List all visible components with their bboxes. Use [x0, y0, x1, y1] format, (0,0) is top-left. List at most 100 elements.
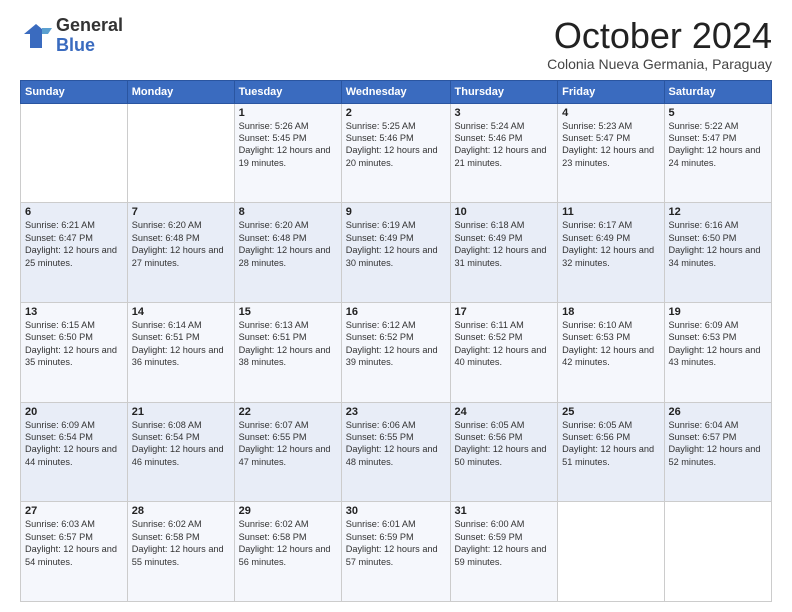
day-info: Sunrise: 6:03 AM Sunset: 6:57 PM Dayligh… [25, 518, 123, 568]
calendar-cell: 5Sunrise: 5:22 AM Sunset: 5:47 PM Daylig… [664, 103, 772, 203]
col-monday: Monday [127, 80, 234, 103]
day-number: 11 [562, 206, 659, 218]
col-sunday: Sunday [21, 80, 128, 103]
calendar-cell: 28Sunrise: 6:02 AM Sunset: 6:58 PM Dayli… [127, 502, 234, 602]
day-number: 21 [132, 406, 230, 418]
day-info: Sunrise: 6:00 AM Sunset: 6:59 PM Dayligh… [455, 518, 554, 568]
calendar-cell: 11Sunrise: 6:17 AM Sunset: 6:49 PM Dayli… [558, 203, 664, 303]
title-block: October 2024 Colonia Nueva Germania, Par… [547, 16, 772, 72]
day-info: Sunrise: 5:25 AM Sunset: 5:46 PM Dayligh… [346, 120, 446, 170]
calendar-cell: 4Sunrise: 5:23 AM Sunset: 5:47 PM Daylig… [558, 103, 664, 203]
calendar-cell: 2Sunrise: 5:25 AM Sunset: 5:46 PM Daylig… [341, 103, 450, 203]
day-number: 31 [455, 505, 554, 517]
day-number: 28 [132, 505, 230, 517]
day-number: 22 [239, 406, 337, 418]
day-number: 10 [455, 206, 554, 218]
day-number: 4 [562, 107, 659, 119]
calendar-cell: 29Sunrise: 6:02 AM Sunset: 6:58 PM Dayli… [234, 502, 341, 602]
day-info: Sunrise: 6:15 AM Sunset: 6:50 PM Dayligh… [25, 319, 123, 369]
calendar-cell: 8Sunrise: 6:20 AM Sunset: 6:48 PM Daylig… [234, 203, 341, 303]
day-number: 13 [25, 306, 123, 318]
calendar-cell: 27Sunrise: 6:03 AM Sunset: 6:57 PM Dayli… [21, 502, 128, 602]
day-number: 20 [25, 406, 123, 418]
day-info: Sunrise: 5:24 AM Sunset: 5:46 PM Dayligh… [455, 120, 554, 170]
calendar-cell: 22Sunrise: 6:07 AM Sunset: 6:55 PM Dayli… [234, 402, 341, 502]
calendar-table: Sunday Monday Tuesday Wednesday Thursday… [20, 80, 772, 602]
day-number: 5 [669, 107, 768, 119]
location-subtitle: Colonia Nueva Germania, Paraguay [547, 56, 772, 72]
calendar-week-2: 13Sunrise: 6:15 AM Sunset: 6:50 PM Dayli… [21, 302, 772, 402]
col-tuesday: Tuesday [234, 80, 341, 103]
calendar-cell: 7Sunrise: 6:20 AM Sunset: 6:48 PM Daylig… [127, 203, 234, 303]
calendar-cell [664, 502, 772, 602]
day-number: 12 [669, 206, 768, 218]
calendar-body: 1Sunrise: 5:26 AM Sunset: 5:45 PM Daylig… [21, 103, 772, 601]
calendar-cell: 16Sunrise: 6:12 AM Sunset: 6:52 PM Dayli… [341, 302, 450, 402]
calendar-cell [558, 502, 664, 602]
day-info: Sunrise: 6:18 AM Sunset: 6:49 PM Dayligh… [455, 219, 554, 269]
logo-text: General Blue [56, 16, 123, 56]
calendar-cell: 15Sunrise: 6:13 AM Sunset: 6:51 PM Dayli… [234, 302, 341, 402]
day-info: Sunrise: 6:14 AM Sunset: 6:51 PM Dayligh… [132, 319, 230, 369]
day-number: 25 [562, 406, 659, 418]
day-info: Sunrise: 5:26 AM Sunset: 5:45 PM Dayligh… [239, 120, 337, 170]
day-info: Sunrise: 6:17 AM Sunset: 6:49 PM Dayligh… [562, 219, 659, 269]
day-info: Sunrise: 6:05 AM Sunset: 6:56 PM Dayligh… [562, 419, 659, 469]
calendar-cell: 19Sunrise: 6:09 AM Sunset: 6:53 PM Dayli… [664, 302, 772, 402]
day-number: 29 [239, 505, 337, 517]
day-info: Sunrise: 6:12 AM Sunset: 6:52 PM Dayligh… [346, 319, 446, 369]
page: General Blue October 2024 Colonia Nueva … [0, 0, 792, 612]
day-info: Sunrise: 5:23 AM Sunset: 5:47 PM Dayligh… [562, 120, 659, 170]
calendar-cell: 9Sunrise: 6:19 AM Sunset: 6:49 PM Daylig… [341, 203, 450, 303]
calendar-cell: 21Sunrise: 6:08 AM Sunset: 6:54 PM Dayli… [127, 402, 234, 502]
day-number: 30 [346, 505, 446, 517]
col-saturday: Saturday [664, 80, 772, 103]
calendar-header: Sunday Monday Tuesday Wednesday Thursday… [21, 80, 772, 103]
day-info: Sunrise: 6:20 AM Sunset: 6:48 PM Dayligh… [239, 219, 337, 269]
day-number: 1 [239, 107, 337, 119]
calendar-cell: 18Sunrise: 6:10 AM Sunset: 6:53 PM Dayli… [558, 302, 664, 402]
calendar-cell: 3Sunrise: 5:24 AM Sunset: 5:46 PM Daylig… [450, 103, 558, 203]
calendar-cell: 24Sunrise: 6:05 AM Sunset: 6:56 PM Dayli… [450, 402, 558, 502]
calendar-cell: 17Sunrise: 6:11 AM Sunset: 6:52 PM Dayli… [450, 302, 558, 402]
day-number: 26 [669, 406, 768, 418]
calendar-week-4: 27Sunrise: 6:03 AM Sunset: 6:57 PM Dayli… [21, 502, 772, 602]
day-info: Sunrise: 6:10 AM Sunset: 6:53 PM Dayligh… [562, 319, 659, 369]
day-number: 3 [455, 107, 554, 119]
day-info: Sunrise: 6:09 AM Sunset: 6:53 PM Dayligh… [669, 319, 768, 369]
day-number: 18 [562, 306, 659, 318]
col-wednesday: Wednesday [341, 80, 450, 103]
calendar-week-3: 20Sunrise: 6:09 AM Sunset: 6:54 PM Dayli… [21, 402, 772, 502]
day-number: 2 [346, 107, 446, 119]
calendar-cell [21, 103, 128, 203]
calendar-week-1: 6Sunrise: 6:21 AM Sunset: 6:47 PM Daylig… [21, 203, 772, 303]
logo-icon [20, 20, 52, 52]
day-number: 8 [239, 206, 337, 218]
calendar-cell: 1Sunrise: 5:26 AM Sunset: 5:45 PM Daylig… [234, 103, 341, 203]
day-number: 15 [239, 306, 337, 318]
day-info: Sunrise: 6:19 AM Sunset: 6:49 PM Dayligh… [346, 219, 446, 269]
day-info: Sunrise: 6:13 AM Sunset: 6:51 PM Dayligh… [239, 319, 337, 369]
day-number: 7 [132, 206, 230, 218]
logo-blue: Blue [56, 35, 95, 55]
day-info: Sunrise: 6:06 AM Sunset: 6:55 PM Dayligh… [346, 419, 446, 469]
day-number: 24 [455, 406, 554, 418]
day-number: 6 [25, 206, 123, 218]
calendar-cell: 26Sunrise: 6:04 AM Sunset: 6:57 PM Dayli… [664, 402, 772, 502]
weekday-row: Sunday Monday Tuesday Wednesday Thursday… [21, 80, 772, 103]
month-title: October 2024 [547, 16, 772, 56]
calendar-cell: 31Sunrise: 6:00 AM Sunset: 6:59 PM Dayli… [450, 502, 558, 602]
day-info: Sunrise: 5:22 AM Sunset: 5:47 PM Dayligh… [669, 120, 768, 170]
calendar-cell: 10Sunrise: 6:18 AM Sunset: 6:49 PM Dayli… [450, 203, 558, 303]
day-info: Sunrise: 6:04 AM Sunset: 6:57 PM Dayligh… [669, 419, 768, 469]
col-thursday: Thursday [450, 80, 558, 103]
day-info: Sunrise: 6:09 AM Sunset: 6:54 PM Dayligh… [25, 419, 123, 469]
calendar-cell: 25Sunrise: 6:05 AM Sunset: 6:56 PM Dayli… [558, 402, 664, 502]
day-number: 16 [346, 306, 446, 318]
day-info: Sunrise: 6:21 AM Sunset: 6:47 PM Dayligh… [25, 219, 123, 269]
calendar-cell: 14Sunrise: 6:14 AM Sunset: 6:51 PM Dayli… [127, 302, 234, 402]
calendar-cell: 20Sunrise: 6:09 AM Sunset: 6:54 PM Dayli… [21, 402, 128, 502]
day-info: Sunrise: 6:05 AM Sunset: 6:56 PM Dayligh… [455, 419, 554, 469]
day-number: 19 [669, 306, 768, 318]
day-info: Sunrise: 6:08 AM Sunset: 6:54 PM Dayligh… [132, 419, 230, 469]
